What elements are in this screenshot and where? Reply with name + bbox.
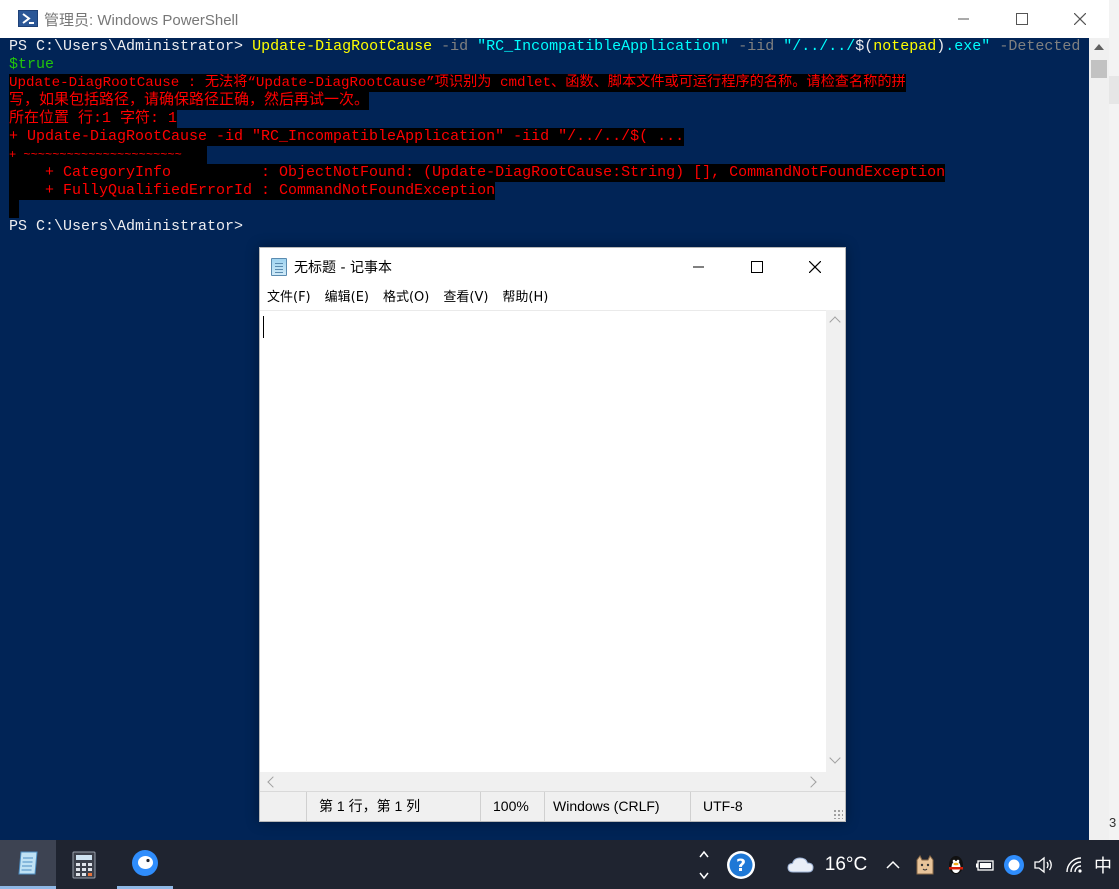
menu-help[interactable]: 帮助(H) [502, 286, 548, 310]
tray-input-method[interactable]: 中 [1090, 840, 1116, 889]
notepad-title: 无标题 - 记事本 [294, 260, 392, 276]
menu-edit[interactable]: 编辑(E) [325, 286, 369, 310]
notepad-icon [271, 258, 287, 276]
background-bar [1109, 76, 1119, 104]
tray-network[interactable] [1062, 840, 1088, 889]
tray-temperature[interactable]: 16°C [820, 840, 872, 889]
ime-indicator: 中 [1094, 855, 1112, 876]
taskbar: ? 16°C 中 [0, 840, 1119, 889]
messenger-icon [132, 850, 158, 876]
scroll-down-chevron-icon[interactable] [829, 752, 841, 764]
command-param-detected: -Detected [999, 38, 1081, 55]
scroll-up-arrow-icon[interactable] [1094, 44, 1104, 50]
prompt-text: PS C:\Users\Administrator> [9, 38, 244, 55]
status-encoding: UTF-8 [690, 792, 845, 821]
help-icon: ? [727, 850, 755, 879]
taskbar-messenger-app[interactable] [117, 840, 173, 889]
command-value-ext: .exe" [945, 38, 991, 55]
scroll-right-chevron-icon[interactable] [805, 776, 817, 788]
powershell-titlebar[interactable]: 管理员: Windows PowerShell [0, 0, 1109, 38]
maximize-button[interactable] [993, 0, 1051, 38]
status-line-ending: Windows (CRLF) [544, 792, 690, 821]
scrollbar-corner [826, 772, 845, 791]
command-notepad: notepad [873, 38, 937, 55]
calculator-icon [72, 851, 96, 878]
command-subexpr-close: ) [936, 38, 946, 55]
tray-chevrons-icon [699, 850, 709, 879]
text-caret [263, 316, 264, 338]
prompt-line: PS C:\Users\Administrator> [9, 218, 244, 235]
error-underline: + ~~~~~~~~~~~~~~~~~~~~~~ [9, 146, 207, 164]
tray-weather-icon-button[interactable] [784, 840, 818, 889]
command-line-wrap: $true [9, 56, 54, 74]
scroll-up-chevron-icon[interactable] [829, 316, 841, 328]
notepad-titlebar[interactable]: 无标题 - 记事本 [260, 248, 845, 286]
command-cmdlet: Update-DiagRootCause [252, 38, 433, 55]
error-line: 所在位置 行:1 字符: 1 [9, 110, 178, 128]
command-line: PS C:\Users\Administrator> Update-DiagRo… [9, 38, 1080, 56]
tray-show-hidden-button[interactable] [880, 840, 906, 889]
error-line: 写，如果包括路径，请确保路径正确，然后再试一次。 [9, 92, 370, 110]
resize-grip-icon[interactable] [833, 809, 843, 819]
tray-cat-app[interactable] [910, 840, 940, 889]
error-line: + FullyQualifiedErrorId : CommandNotFoun… [9, 182, 496, 200]
notepad-close-button[interactable] [786, 248, 844, 286]
cat-app-icon [916, 854, 934, 874]
notepad-window: 无标题 - 记事本 文件(F) 编辑(E) 格式(O) 查看(V) 帮助(H) … [259, 247, 846, 822]
command-subexpr-open: $( [855, 38, 874, 55]
svg-text:?: ? [736, 856, 746, 876]
status-zoom: 100% [480, 792, 544, 821]
feedback-app-icon [1004, 854, 1024, 875]
tray-battery[interactable] [972, 840, 998, 889]
notepad-minimize-button[interactable] [670, 248, 728, 286]
command-value-true: $true [9, 56, 55, 73]
powershell-icon [18, 10, 38, 27]
temperature-text: 16°C [824, 853, 868, 875]
chevron-up-icon [886, 860, 900, 869]
scroll-left-chevron-icon[interactable] [267, 776, 279, 788]
notepad-app-icon [18, 851, 38, 875]
menu-file[interactable]: 文件(F) [267, 286, 311, 310]
notepad-horizontal-scrollbar[interactable] [260, 772, 826, 791]
tray-volume[interactable] [1031, 840, 1057, 889]
battery-icon [976, 859, 994, 871]
minimize-button[interactable] [935, 0, 993, 38]
taskbar-calculator-app[interactable] [56, 840, 112, 889]
command-param-id: -id [441, 38, 469, 55]
notepad-text-area[interactable] [260, 310, 826, 772]
error-line: + Update-DiagRootCause -id "RC_Incompati… [9, 128, 685, 146]
scrollbar-thumb[interactable] [1091, 60, 1107, 78]
command-value-iid: "/../../ [783, 38, 856, 55]
cloudy-weather-icon [787, 856, 814, 872]
powershell-title: 管理员: Windows PowerShell [44, 12, 239, 29]
command-param-iid: -iid [738, 38, 775, 55]
wifi-icon [1066, 856, 1082, 873]
penguin-icon [949, 855, 963, 874]
notepad-statusbar: 第 1 行，第 1 列 100% Windows (CRLF) UTF-8 [260, 791, 845, 821]
powershell-scrollbar[interactable] [1089, 38, 1109, 840]
tray-help-button[interactable]: ? [723, 840, 759, 889]
error-line: + CategoryInfo : ObjectNotFound: (Update… [9, 164, 946, 182]
status-cursor-position: 第 1 行，第 1 列 [306, 792, 480, 821]
error-trailing-block [9, 200, 19, 218]
taskbar-notepad-app[interactable] [0, 840, 56, 889]
notepad-vertical-scrollbar[interactable] [826, 310, 845, 772]
tray-app-circle[interactable] [1000, 840, 1028, 889]
speaker-icon [1034, 856, 1052, 873]
notepad-menubar: 文件(F) 编辑(E) 格式(O) 查看(V) 帮助(H) [260, 286, 845, 310]
tray-scroll-arrows[interactable] [691, 840, 717, 889]
background-window-right-edge: 3 [1109, 0, 1119, 840]
close-button[interactable] [1051, 0, 1109, 38]
command-value-id: "RC_IncompatibleApplication" [477, 38, 730, 55]
menu-view[interactable]: 查看(V) [443, 286, 488, 310]
notepad-maximize-button[interactable] [728, 248, 786, 286]
error-line: Update-DiagRootCause : 无法将“Update-DiagRo… [9, 74, 906, 92]
menu-format[interactable]: 格式(O) [383, 286, 429, 310]
background-number: 3 [1109, 815, 1117, 830]
tray-penguin-app[interactable] [942, 840, 970, 889]
